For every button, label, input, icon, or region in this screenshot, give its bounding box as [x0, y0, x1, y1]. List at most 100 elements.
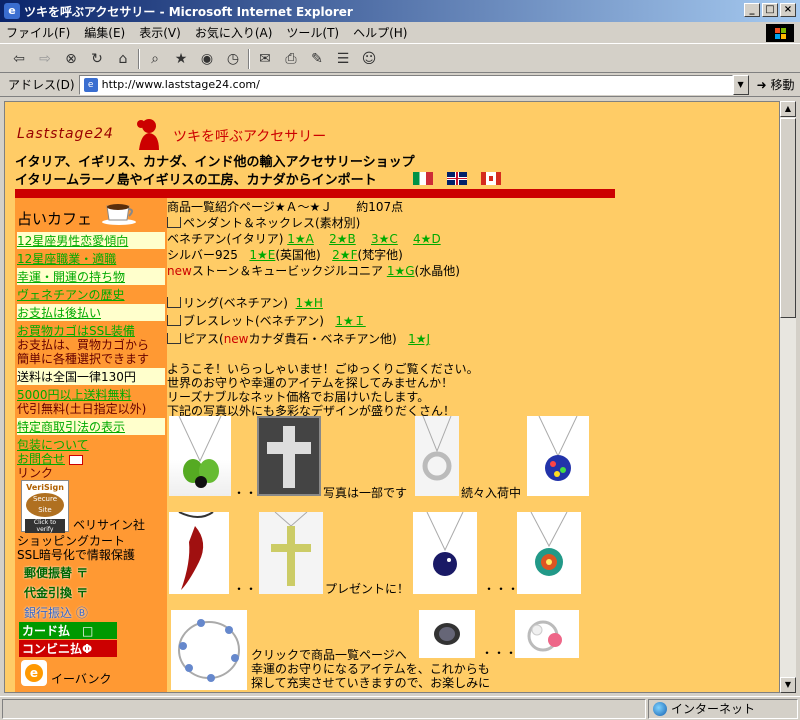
media-icon[interactable]: ◉ [196, 49, 218, 69]
sidebar-shipping-flat: 送料は全国一律130円 [17, 368, 165, 385]
scroll-up-icon[interactable]: ▲ [780, 101, 796, 117]
ssl-line-2: SSL暗号化で情報保護 [17, 548, 135, 562]
edit-icon[interactable]: ✎ [306, 49, 328, 69]
sidebar-item-lucky-items[interactable]: 幸運・開運の持ち物 [17, 268, 165, 285]
toolbar: ⇦ ⇨ ⊗ ↻ ⌂ ⌕ ★ ◉ ◷ ✉ ⎙ ✎ ☰ ☺ [0, 45, 800, 73]
sidebar-payment-note-2: 簡単に各種選択できます [17, 352, 150, 366]
menu-edit[interactable]: 編集(E) [84, 24, 125, 41]
sidebar-title: 占いカフェ [17, 210, 93, 228]
go-button[interactable]: ➜ 移動 [757, 76, 795, 93]
italy-flag-icon [413, 172, 433, 185]
status-bar: インターネット [0, 696, 800, 720]
link-1J[interactable]: 1★J [408, 332, 430, 346]
link-2B[interactable]: 2★B [329, 232, 356, 246]
product-photo-cross[interactable] [257, 416, 321, 496]
flower-pendant-icon [530, 511, 568, 576]
sidebar-item-career[interactable]: 12星座職業・適職 [17, 250, 165, 267]
sidebar-item-venetian-history[interactable]: ヴェネチアンの歴史 [17, 286, 165, 303]
link-1H[interactable]: 1★H [296, 296, 323, 310]
ring-icon [527, 620, 562, 652]
red-divider [15, 189, 615, 198]
heading-line-1: イタリア、イギリス、カナダ、インド他の輸入アクセサリーショップ [15, 155, 415, 170]
mail-icon[interactable]: ✉ [254, 49, 276, 69]
dots: ・・ [233, 582, 258, 596]
minimize-button[interactable]: _ [744, 3, 760, 17]
back-icon[interactable]: ⇦ [8, 49, 30, 69]
menu-file[interactable]: ファイル(F) [6, 24, 70, 41]
close-button[interactable]: × [780, 3, 796, 17]
menu-help[interactable]: ヘルプ(H) [353, 24, 407, 41]
product-photo-earring[interactable] [419, 610, 475, 658]
cart-icon [167, 315, 181, 326]
product-photo-green-pendant[interactable] [169, 415, 231, 496]
menu-view[interactable]: 表示(V) [139, 24, 181, 41]
product-photo-red-horn[interactable] [169, 511, 229, 594]
menu-favorites[interactable]: お気に入り(A) [195, 24, 273, 41]
link-2F[interactable]: 2★F [332, 248, 357, 262]
stop-icon[interactable]: ⊗ [60, 49, 82, 69]
pierce-row: ピアス(newカナダ貴石・ベネチアン他) 1★J [167, 330, 430, 347]
scroll-down-icon[interactable]: ▼ [780, 677, 796, 693]
logo-title: ツキを呼ぶアクセサリー [173, 129, 327, 145]
row3-text-3: 探して充実させていきますので、お楽しみに [251, 676, 491, 690]
ie-icon: e [4, 3, 20, 19]
green-pendant-icon [178, 415, 222, 488]
scroll-thumb[interactable] [780, 118, 796, 318]
payment-postal: 郵便振替 〒 [24, 566, 89, 580]
messenger-icon[interactable]: ☺ [358, 49, 380, 69]
page-heading: イタリア、イギリス、カナダ、インド他の輸入アクセサリーショップ イタリームラーノ… [15, 154, 415, 190]
verisign-seal[interactable]: VeriSign Secure Site Click to verify [21, 480, 69, 533]
sidebar-item-men-love[interactable]: 12星座男性恋愛傾向 [17, 232, 165, 249]
search-icon[interactable]: ⌕ [144, 49, 166, 69]
link-4D[interactable]: 4★D [413, 232, 441, 246]
product-photo-flower[interactable] [517, 511, 581, 594]
menu-tools[interactable]: ツール(T) [286, 24, 339, 41]
product-photo-millefiori[interactable] [527, 415, 589, 496]
discuss-icon[interactable]: ☰ [332, 49, 354, 69]
home-icon[interactable]: ⌂ [112, 49, 134, 69]
sidebar-cod-free: 代引無料(土日指定以外) [17, 402, 147, 416]
product-photo-bracelet[interactable] [171, 610, 247, 690]
logo-figure-icon [137, 119, 159, 150]
forward-icon[interactable]: ⇨ [34, 49, 56, 69]
row1-text-b: 続々入荷中 [461, 486, 522, 500]
sidebar-links-label: リンク [17, 466, 54, 480]
link-1I[interactable]: 1★Ｉ [335, 314, 365, 328]
favorites-icon[interactable]: ★ [170, 49, 192, 69]
toolbar-separator [138, 48, 140, 69]
dots: ・・・ [483, 582, 520, 596]
mail-envelope-icon [68, 454, 83, 465]
verisign-label: ベリサイン社 [73, 518, 146, 532]
product-photo-glass-ring[interactable] [415, 415, 459, 496]
product-photo-ring[interactable] [515, 610, 579, 658]
link-3C[interactable]: 3★C [371, 232, 398, 246]
address-url: http://www.laststage24.com/ [101, 78, 260, 91]
ring-row: リング(ベネチアン) 1★H [167, 294, 323, 311]
refresh-icon[interactable]: ↻ [86, 49, 108, 69]
print-icon[interactable]: ⎙ [280, 49, 302, 69]
sidebar-item-deferred-payment[interactable]: お支払は後払い [17, 304, 165, 321]
maximize-button[interactable]: □ [762, 3, 778, 17]
sidebar-item-legal[interactable]: 特定商取引法の表示 [17, 418, 165, 435]
link-1A[interactable]: 1★A [287, 232, 314, 246]
vertical-scrollbar[interactable]: ▲ ▼ [780, 101, 796, 693]
cart-icon [167, 333, 181, 344]
logo-text[interactable]: Laststage24 [17, 126, 114, 142]
address-input[interactable]: e http://www.laststage24.com/ [78, 74, 733, 95]
cart-icon [167, 217, 181, 228]
product-photo-gold-cross[interactable] [259, 511, 323, 594]
link-1E[interactable]: 1★E [249, 248, 275, 262]
flags [413, 172, 501, 185]
window-titlebar: e ツキを呼ぶアクセサリー - Microsoft Internet Explo… [0, 0, 800, 22]
status-text [2, 698, 646, 719]
internet-globe-icon [653, 701, 667, 716]
dots: ・・ [233, 486, 258, 500]
address-dropdown-icon[interactable]: ▼ [732, 74, 749, 95]
catalog-intro: 商品一覧紹介ページ★Ａ～★Ｊ 約107点 [167, 200, 404, 214]
link-1G[interactable]: 1★G [387, 264, 415, 278]
ebank-logo-icon: e [21, 660, 47, 686]
history-icon[interactable]: ◷ [222, 49, 244, 69]
glass-ring-pendant-icon [422, 415, 452, 481]
verisign-seal-top: VeriSign [26, 483, 64, 492]
product-photo-navy-bead[interactable] [413, 511, 477, 594]
